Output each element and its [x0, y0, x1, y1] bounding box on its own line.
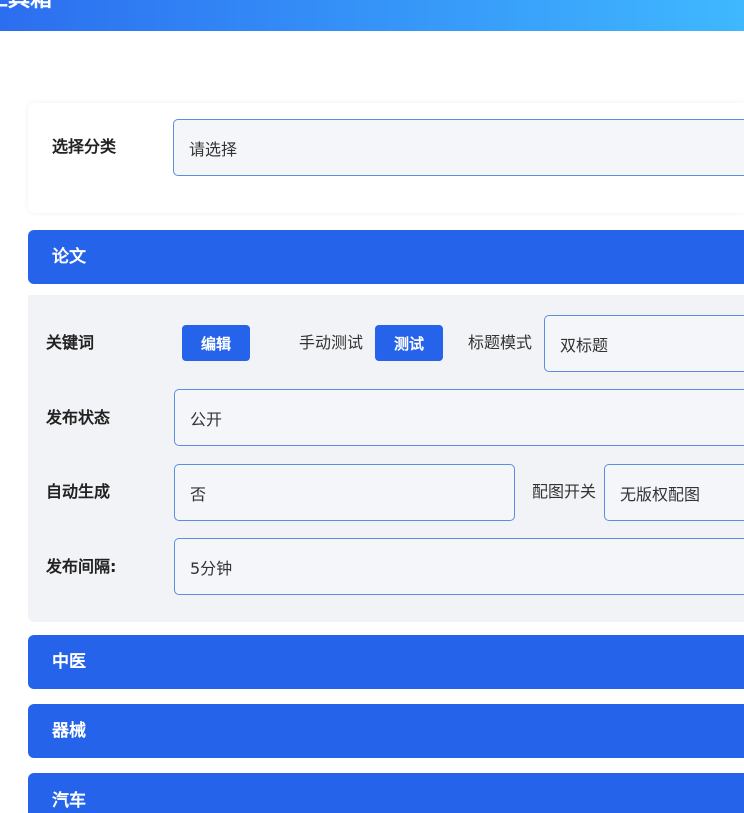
section-devices[interactable]: 器械 — [28, 704, 744, 758]
category-select[interactable]: 请选择 — [173, 119, 744, 176]
section-tcm[interactable]: 中医 — [28, 635, 744, 689]
title-mode-select[interactable]: 双标题 — [544, 315, 744, 372]
section-tcm-title: 中医 — [52, 652, 86, 672]
test-button[interactable]: 测试 — [375, 325, 443, 361]
keywords-label: 关键词 — [46, 333, 95, 352]
auto-generate-select[interactable]: 否 — [174, 464, 515, 521]
section-paper-title: 论文 — [52, 247, 86, 267]
section-auto-title: 汽车 — [52, 791, 86, 811]
category-card: 选择分类 请选择 — [28, 103, 744, 213]
publish-interval-select[interactable]: 5分钟 — [174, 538, 744, 595]
edit-button[interactable]: 编辑 — [182, 325, 250, 361]
title-mode-label: 标题模式 — [468, 333, 533, 352]
publish-status-select[interactable]: 公开 — [174, 389, 744, 446]
section-paper[interactable]: 论文 — [28, 230, 744, 284]
section-auto[interactable]: 汽车 — [28, 773, 744, 813]
page-title: 工具箱 — [0, 0, 52, 16]
manual-test-label: 手动测试 — [299, 333, 364, 352]
image-switch-label: 配图开关 — [532, 482, 597, 501]
publish-interval-label: 发布间隔: — [46, 557, 117, 576]
image-switch-select[interactable]: 无版权配图 — [604, 464, 744, 521]
category-label: 选择分类 — [52, 137, 117, 156]
section-devices-title: 器械 — [52, 721, 86, 741]
publish-status-label: 发布状态 — [46, 408, 111, 427]
top-header: 工具箱 — [0, 0, 744, 31]
auto-generate-label: 自动生成 — [46, 482, 111, 501]
paper-settings-panel: 关键词 编辑 手动测试 测试 标题模式 双标题 发布状态 公开 自动生成 否 配… — [28, 295, 744, 622]
